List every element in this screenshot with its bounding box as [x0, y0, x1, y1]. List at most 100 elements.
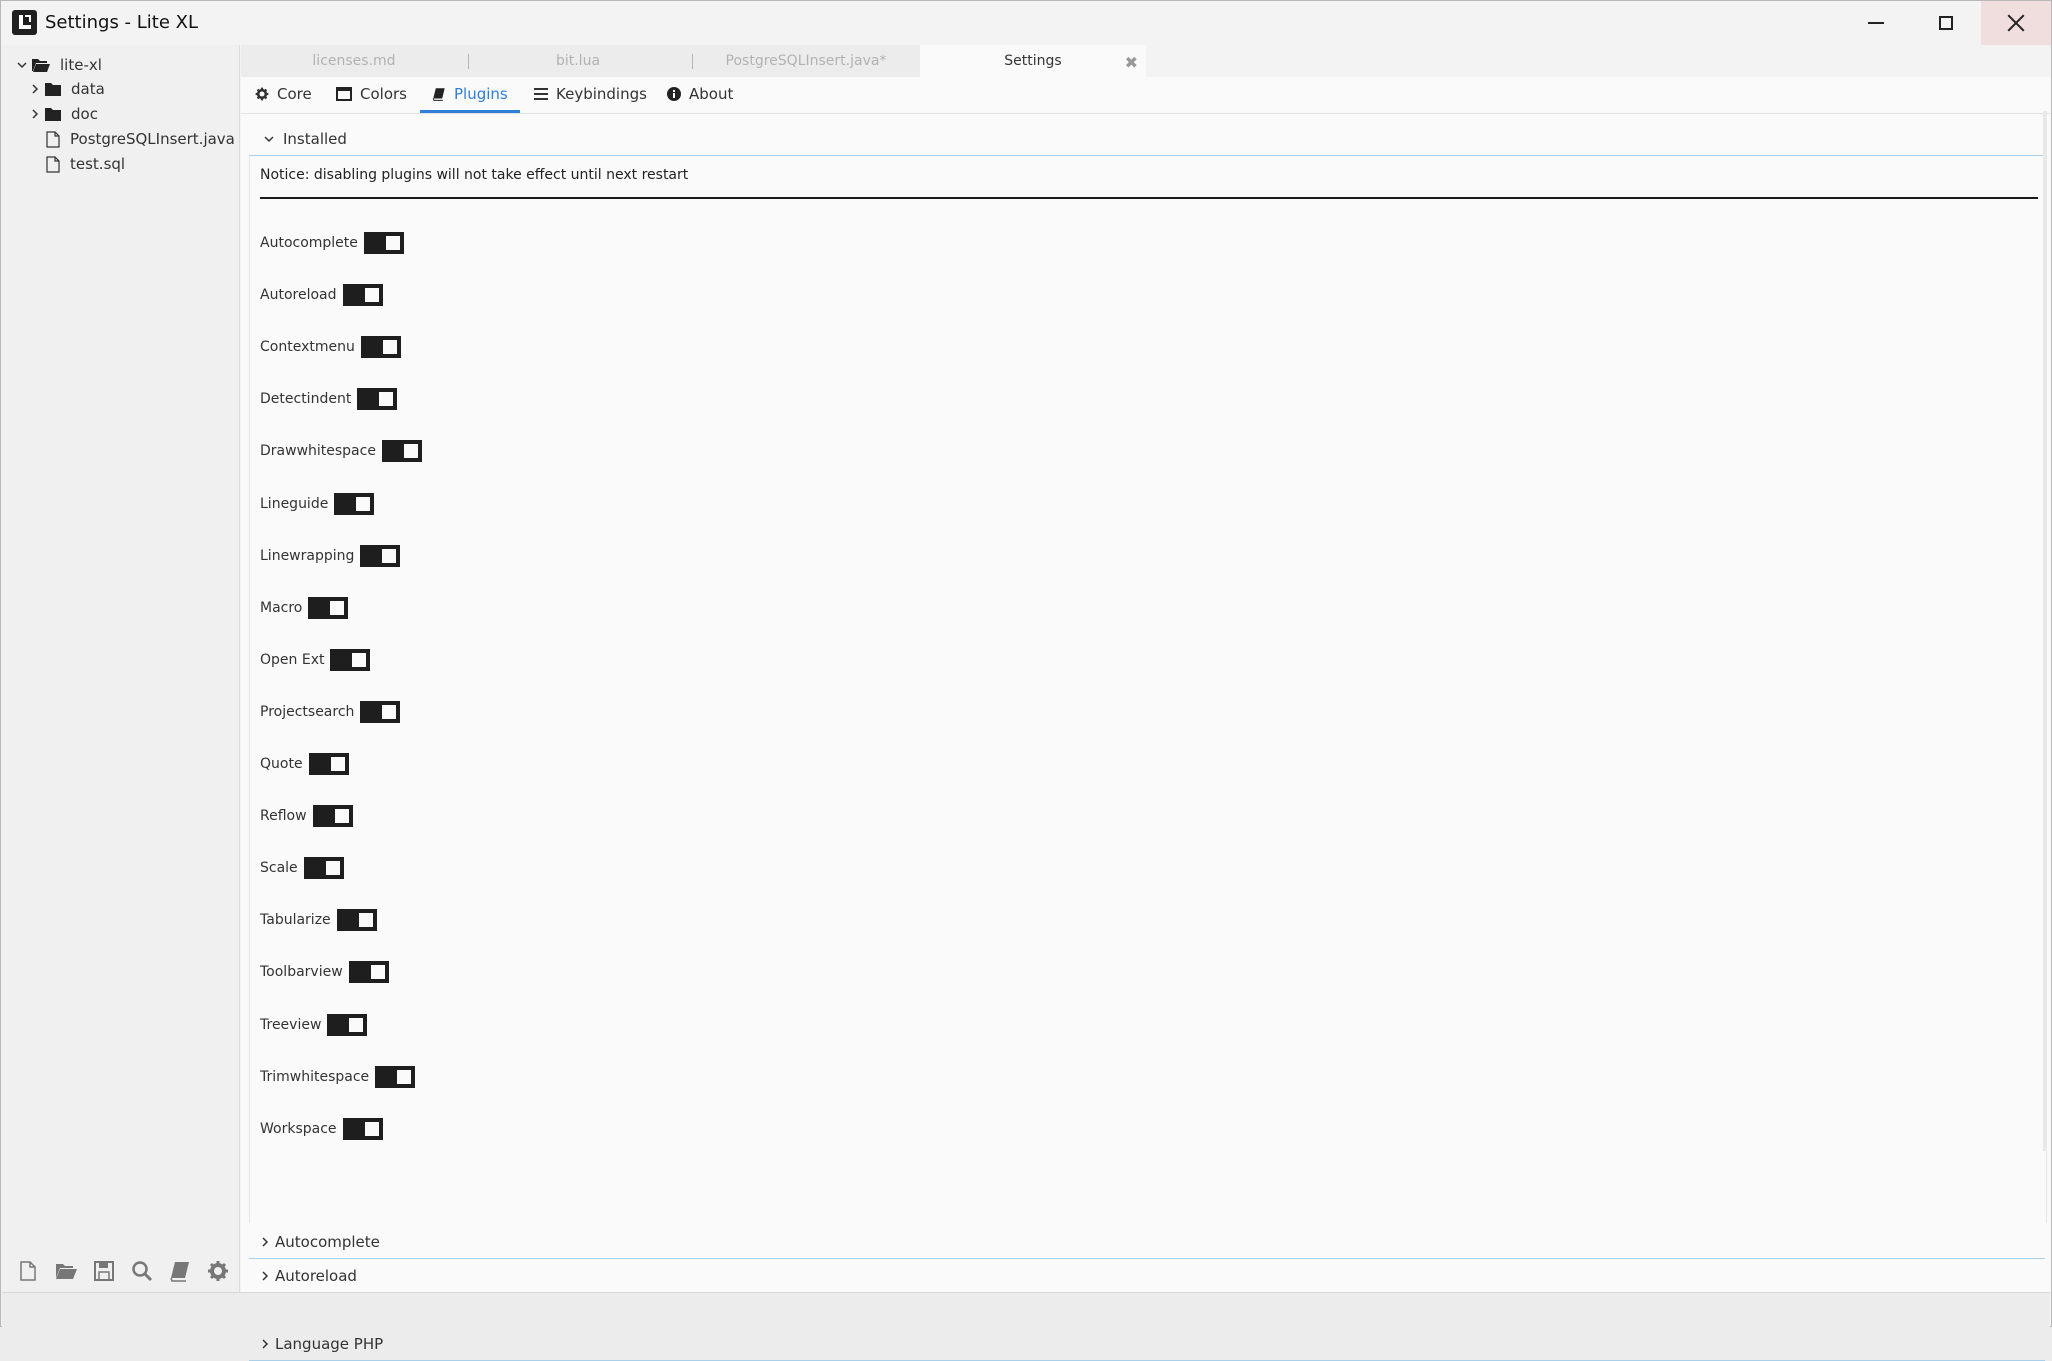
tree-item-label: lite-xl: [60, 56, 102, 74]
tab-keybindings[interactable]: Keybindings: [534, 77, 647, 111]
collapsed-section-header[interactable]: Language PHP: [259, 1327, 383, 1360]
tree-item-data[interactable]: data: [29, 77, 105, 101]
plugin-toggle[interactable]: [360, 545, 401, 567]
plugin-toggle[interactable]: [381, 440, 422, 462]
chevron-right-icon: [29, 108, 41, 120]
tree-item-label: doc: [71, 105, 98, 123]
plugin-label: Open Ext: [260, 652, 325, 668]
plugin-label: Autoreload: [260, 287, 337, 303]
close-tab-icon[interactable]: ✖: [1125, 53, 1138, 72]
plugin-row: Open Ext: [260, 647, 371, 673]
gear-icon[interactable]: [206, 1259, 230, 1283]
collapsed-section-header[interactable]: Autocomplete: [259, 1225, 380, 1258]
plugin-toggle[interactable]: [375, 1066, 416, 1088]
tree-root-lite-xl[interactable]: lite-xl: [16, 53, 102, 77]
status-bar: [2, 1292, 2050, 1327]
plugin-toggle[interactable]: [327, 1014, 368, 1036]
close-window-button[interactable]: [1981, 1, 2051, 45]
plugin-toggle[interactable]: [348, 961, 389, 983]
plugin-toggle[interactable]: [308, 753, 349, 775]
folder-icon: [45, 82, 61, 96]
tree-item-postgresqlinsert-java[interactable]: PostgreSQLInsert.java: [46, 127, 235, 151]
plugin-toggle[interactable]: [308, 597, 349, 619]
toggle-knob: [381, 339, 398, 355]
info-icon: [667, 87, 681, 101]
plugin-row: Trimwhitespace: [260, 1064, 416, 1090]
list-icon: [534, 88, 548, 100]
chevron-right-icon: [259, 1236, 271, 1248]
plugin-row: Reflow: [260, 803, 353, 829]
plugin-toggle[interactable]: [363, 232, 404, 254]
tree-item-label: data: [71, 80, 105, 98]
tab-core[interactable]: Core: [255, 77, 312, 111]
toggle-knob: [381, 548, 398, 564]
section-title: Installed: [283, 129, 347, 148]
file-icon: [46, 130, 60, 148]
window-title: Settings - Lite XL: [45, 12, 199, 33]
plugin-row: Quote: [260, 751, 349, 777]
plugin-label: Macro: [260, 600, 303, 616]
open-folder-icon[interactable]: [54, 1259, 78, 1283]
plugin-toggle[interactable]: [336, 909, 377, 931]
collapsed-section-header[interactable]: Autoreload: [259, 1259, 357, 1292]
plugin-toggle[interactable]: [342, 1118, 383, 1140]
plugin-toggle[interactable]: [312, 805, 353, 827]
plugin-toggle[interactable]: [303, 857, 344, 879]
settings-tab-bar: Core Colors Plugins Keybindings About: [241, 77, 2051, 114]
tab-settings[interactable]: Settings ✖: [920, 45, 1146, 77]
tab-colors[interactable]: Colors: [336, 77, 407, 111]
tab-licenses-md[interactable]: licenses.md: [241, 45, 467, 77]
plugin-row: Linewrapping: [260, 543, 401, 569]
toggle-knob: [363, 1121, 380, 1137]
plugin-row: Workspace: [260, 1116, 383, 1142]
plugin-toggle[interactable]: [360, 701, 401, 723]
scrollbar[interactable]: [2043, 111, 2047, 1151]
tab-postgresqlinsert-java[interactable]: PostgreSQLInsert.java*: [693, 45, 919, 77]
toggle-knob: [363, 287, 380, 303]
chevron-right-icon: [259, 1270, 271, 1282]
tab-bit-lua[interactable]: bit.lua: [469, 45, 687, 77]
close-icon: [2007, 14, 2025, 32]
plugin-row: Tabularize: [260, 907, 377, 933]
book-icon[interactable]: [168, 1259, 192, 1283]
toggle-knob: [384, 235, 401, 251]
section-installed-header[interactable]: Installed: [263, 122, 347, 155]
document-tab-bar: licenses.md bit.lua PostgreSQLInsert.jav…: [241, 45, 1146, 77]
tab-label: Core: [277, 85, 312, 103]
plugin-label: Tabularize: [260, 912, 331, 928]
tab-about[interactable]: About: [667, 77, 733, 111]
plugin-label: Linewrapping: [260, 548, 355, 564]
plugin-toggle[interactable]: [360, 336, 401, 358]
tree-item-label: PostgreSQLInsert.java: [70, 130, 235, 148]
plugin-label: Scale: [260, 860, 298, 876]
tab-plugins[interactable]: Plugins: [420, 77, 520, 113]
title-bar: Settings - Lite XL: [1, 1, 2051, 45]
tab-label: PostgreSQLInsert.java*: [725, 53, 887, 69]
toggle-knob: [329, 600, 346, 616]
maximize-button[interactable]: [1911, 1, 1981, 45]
toggle-knob: [351, 652, 368, 668]
plugin-row: Contextmenu: [260, 334, 401, 360]
plugin-toggle[interactable]: [357, 388, 398, 410]
minimize-button[interactable]: [1841, 1, 1911, 45]
toggle-knob: [369, 964, 386, 980]
plugin-row: Toolbarview: [260, 959, 389, 985]
plugin-row: Detectindent: [260, 386, 398, 412]
installed-plugins-panel: Notice: disabling plugins will not take …: [249, 157, 2047, 1223]
plugin-toggle[interactable]: [330, 649, 371, 671]
folder-open-icon: [32, 58, 50, 72]
plugin-label: Toolbarview: [260, 964, 343, 980]
plugin-label: Autocomplete: [260, 235, 358, 251]
search-icon[interactable]: [130, 1259, 154, 1283]
tree-item-doc[interactable]: doc: [29, 102, 98, 126]
plugin-toggle[interactable]: [342, 284, 383, 306]
new-file-icon[interactable]: [16, 1259, 40, 1283]
folder-icon: [45, 107, 61, 121]
save-icon[interactable]: [92, 1259, 116, 1283]
toggle-knob: [348, 1017, 365, 1033]
tree-item-test-sql[interactable]: test.sql: [46, 152, 125, 176]
tab-label: bit.lua: [555, 53, 601, 69]
app-window: Settings - Lite XL lite-xl data doc Post…: [0, 0, 2052, 1361]
plugin-toggle[interactable]: [334, 493, 375, 515]
toggle-knob: [378, 391, 395, 407]
